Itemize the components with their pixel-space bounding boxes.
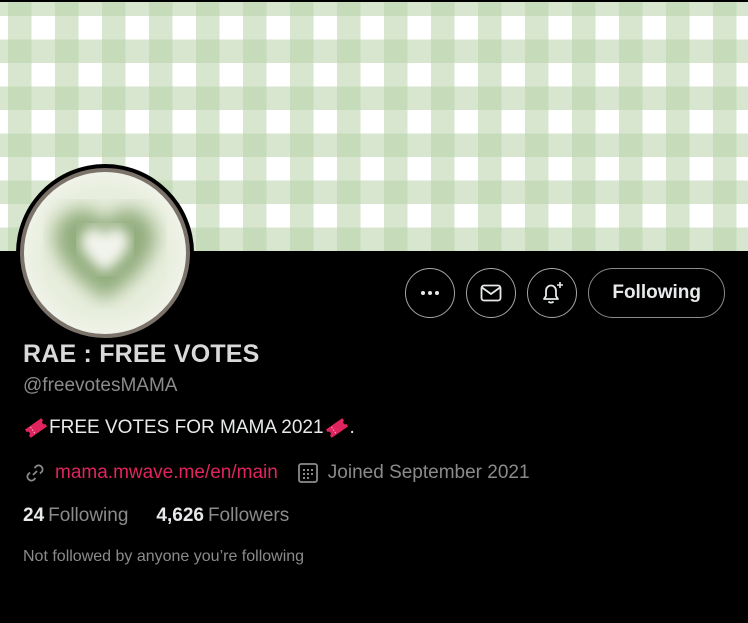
display-name: RAE : FREE VOTES: [23, 340, 260, 368]
notifications-button[interactable]: [527, 268, 578, 318]
calendar-icon: [297, 463, 318, 483]
envelope-icon: [480, 284, 502, 302]
followers-label: Followers: [207, 505, 290, 526]
link-icon: [26, 464, 44, 482]
following-count: 24: [23, 505, 45, 526]
bio-suffix: .: [349, 417, 355, 438]
profile-actions: Following: [405, 268, 725, 318]
following-count-link[interactable]: 24 Following: [23, 505, 128, 527]
followers-count-link[interactable]: 4,626 Followers: [156, 505, 289, 527]
following-button[interactable]: Following: [588, 268, 725, 318]
follow-counts: 24 Following 4,626 Followers: [23, 505, 317, 527]
ticket-icon: [325, 418, 348, 438]
following-label: Following: [48, 505, 129, 526]
heart-avatar-image: [54, 208, 156, 300]
ticket-icon: [24, 418, 48, 438]
message-button[interactable]: [466, 268, 517, 318]
profile-bio: FREE VOTES FOR MAMA 2021 .: [23, 417, 355, 439]
followed-by-note: Not followed by anyone you’re following: [23, 548, 305, 565]
avatar-frame[interactable]: [16, 164, 194, 342]
bio-text: FREE VOTES FOR MAMA 2021: [49, 417, 324, 438]
profile-meta: mama.mwave.me/en/main Joined September 2…: [23, 461, 530, 485]
more-button[interactable]: [405, 268, 456, 318]
followers-count: 4,626: [156, 505, 204, 526]
profile-handle: @freevotesMAMA: [23, 375, 178, 396]
avatar[interactable]: [20, 168, 190, 338]
join-date: Joined September 2021: [327, 462, 530, 483]
bell-plus-icon: [543, 282, 564, 304]
more-horizontal-icon: [421, 291, 440, 295]
website-link[interactable]: mama.mwave.me/en/main: [55, 462, 278, 484]
